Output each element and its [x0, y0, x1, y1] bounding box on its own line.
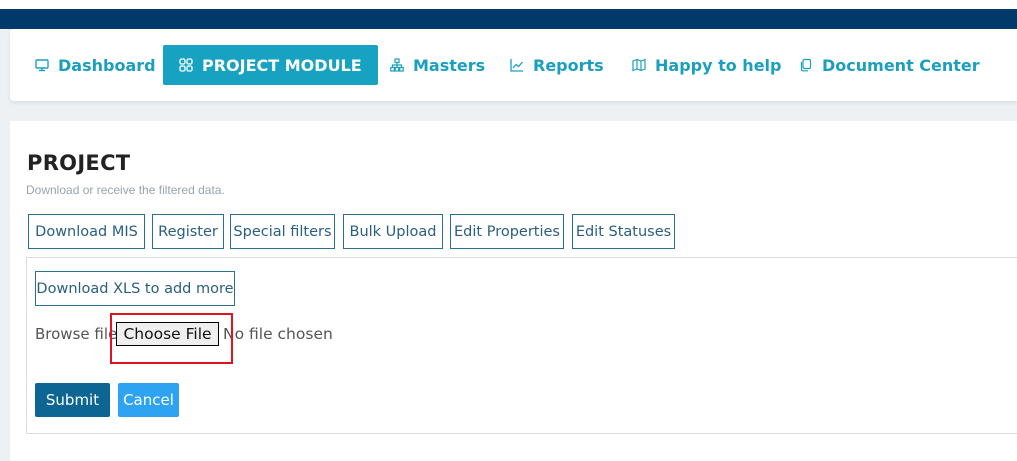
- file-status-text: No file chosen: [223, 325, 333, 343]
- tab-edit-properties[interactable]: Edit Properties: [450, 214, 564, 249]
- nav-item-document-center[interactable]: Document Center: [799, 45, 980, 85]
- browse-file-label: Browse file: [35, 325, 118, 343]
- line-chart-icon: [510, 58, 524, 72]
- nav-label-project-module: PROJECT MODULE: [202, 55, 362, 75]
- nav-item-masters[interactable]: Masters: [390, 45, 485, 85]
- download-xls-button[interactable]: Download XLS to add more: [35, 271, 235, 306]
- nav-item-happy-to-help[interactable]: Happy to help: [632, 45, 781, 85]
- nav-item-dashboard[interactable]: Dashboard: [35, 45, 156, 85]
- nav-label-document-center: Document Center: [822, 55, 980, 75]
- tab-register[interactable]: Register: [152, 214, 224, 249]
- tab-download-mis[interactable]: Download MIS: [28, 214, 145, 249]
- choose-file-button[interactable]: Choose File: [116, 322, 219, 346]
- copy-icon: [799, 58, 813, 72]
- nav-item-project-module[interactable]: PROJECT MODULE: [163, 45, 378, 85]
- tab-bulk-upload[interactable]: Bulk Upload: [343, 214, 443, 249]
- monitor-icon: [35, 58, 49, 72]
- nav-item-reports[interactable]: Reports: [510, 45, 604, 85]
- cancel-button[interactable]: Cancel: [118, 383, 179, 417]
- tab-special-filters[interactable]: Special filters: [230, 214, 335, 249]
- header-strip: [0, 9, 1017, 29]
- nav-label-dashboard: Dashboard: [58, 55, 156, 75]
- page-subtitle: Download or receive the filtered data.: [26, 183, 225, 197]
- nav-label-reports: Reports: [533, 55, 604, 75]
- bulk-upload-panel: Download XLS to add more Browse file Cho…: [26, 257, 1017, 434]
- nav-label-masters: Masters: [413, 55, 486, 75]
- tab-edit-statuses[interactable]: Edit Statuses: [572, 214, 675, 249]
- map-icon: [632, 58, 646, 72]
- submit-button[interactable]: Submit: [35, 383, 110, 417]
- page-title: PROJECT: [27, 151, 131, 175]
- top-bar: [0, 0, 1017, 29]
- main-content: PROJECT Download or receive the filtered…: [10, 121, 1017, 461]
- sitemap-icon: [390, 58, 404, 72]
- main-nav: Dashboard PROJECT MODULE Masters Reports…: [10, 29, 1017, 101]
- nav-label-happy-to-help: Happy to help: [655, 55, 782, 75]
- grid-icon: [179, 58, 193, 72]
